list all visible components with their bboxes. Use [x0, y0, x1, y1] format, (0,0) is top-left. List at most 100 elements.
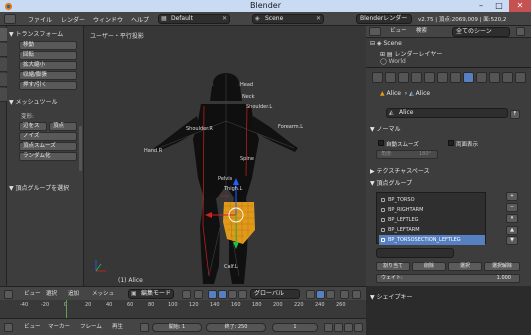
add-vertex-group-button[interactable]: +	[506, 192, 518, 201]
proportional-edit-icon[interactable]	[352, 290, 361, 299]
rotate-manipulator-icon[interactable]	[228, 290, 237, 299]
fake-user-button[interactable]: F	[510, 110, 520, 119]
marker-menu[interactable]: マーカー	[48, 323, 70, 332]
mode-select[interactable]: ▣ 編集モード	[128, 289, 174, 299]
manipulator-icon[interactable]	[208, 290, 217, 299]
playback-menu[interactable]: 再生	[112, 323, 123, 332]
rotate-button[interactable]: 回転	[19, 51, 77, 60]
jump-end-icon[interactable]	[354, 323, 363, 332]
translate-button[interactable]: 移動	[19, 41, 77, 50]
mesh-data-tab-icon[interactable]	[463, 72, 474, 83]
assign-button[interactable]: 割り当て	[376, 262, 410, 271]
tab-grease-pencil[interactable]	[0, 88, 7, 102]
shrink-fatten-button[interactable]: 収縮/膨張	[19, 71, 77, 80]
remove-vertex-group-button[interactable]: −	[506, 203, 518, 212]
push-pull-button[interactable]: 押す/引く	[19, 81, 77, 90]
deselect-button[interactable]: 選択解除	[484, 262, 520, 271]
vertex-group-item[interactable]: BP_TORSO	[379, 195, 485, 205]
minimize-icon[interactable]: –	[472, 0, 490, 12]
vertex-group-specials-button[interactable]: ▾	[506, 214, 518, 223]
texture-tab-icon[interactable]	[489, 72, 500, 83]
modifiers-tab-icon[interactable]	[450, 72, 461, 83]
mesh-menu[interactable]: メッシュ	[92, 290, 114, 299]
vertex-groups-panel-header[interactable]: ▼ 頂点グループ	[370, 178, 412, 187]
noise-button[interactable]: ノイズ	[19, 132, 77, 141]
shape-keys-panel-header[interactable]: ▼ シェイプキー	[370, 292, 413, 301]
move-down-button[interactable]: ▼	[506, 236, 518, 245]
edge-select-icon[interactable]	[316, 290, 325, 299]
vertex-group-filter-field[interactable]	[376, 248, 454, 258]
scale-manipulator-icon[interactable]	[238, 290, 247, 299]
render-layers-tab-icon[interactable]	[385, 72, 396, 83]
orientation-select[interactable]: グローバル	[250, 289, 300, 299]
keyframe-icon[interactable]	[140, 323, 149, 332]
toolshelf-scrollbar[interactable]	[79, 126, 82, 171]
texture-space-panel-header[interactable]: ▶ テクスチャスペース	[370, 166, 430, 175]
constraints-tab-icon[interactable]	[437, 72, 448, 83]
select-vertex-group-panel-header[interactable]: ▼ 頂点グループを選択	[9, 183, 69, 192]
vertex-group-item[interactable]: BP_LEFTARM	[379, 225, 485, 235]
remove-button[interactable]: 削除	[412, 262, 446, 271]
outliner-search-menu[interactable]: 検索	[416, 27, 427, 36]
object-tab-icon[interactable]	[424, 72, 435, 83]
view-menu[interactable]: ビュー	[24, 290, 41, 299]
maximize-icon[interactable]: □	[490, 0, 508, 12]
pivot-icon[interactable]	[194, 290, 203, 299]
translate-manipulator-icon[interactable]	[218, 290, 227, 299]
vertex-select-icon[interactable]	[306, 290, 315, 299]
auto-smooth-checkbox[interactable]	[378, 140, 384, 146]
timeline[interactable]: -40 -20 0 20 40 60 80 100 120 140 160 18…	[0, 300, 366, 318]
tab-create[interactable]	[0, 43, 7, 57]
vertex-group-item-selected[interactable]: BP_TORSOSECTION_LEFTLEG	[379, 235, 485, 245]
physics-tab-icon[interactable]	[515, 72, 526, 83]
menu-file[interactable]: ファイル	[28, 15, 52, 24]
outliner-options-icon[interactable]	[516, 27, 525, 36]
scale-button[interactable]: 拡大縮小	[19, 61, 77, 70]
character-model[interactable]	[84, 26, 366, 286]
vertex-group-item[interactable]: BP_RIGHTARM	[379, 205, 485, 215]
tab-options[interactable]	[0, 73, 7, 87]
outliner-filter-select[interactable]: 全てのシーン	[452, 27, 510, 37]
material-tab-icon[interactable]	[476, 72, 487, 83]
menu-window[interactable]: ウィンドウ	[93, 15, 123, 24]
select-menu[interactable]: 選択	[46, 290, 57, 299]
outliner-view-menu[interactable]: ビュー	[390, 27, 407, 36]
scene-field[interactable]: ◈ Scene ✕	[252, 14, 324, 24]
remove-layout-icon[interactable]: ✕	[222, 15, 227, 23]
transform-panel-header[interactable]: ▼ トランスフォーム	[9, 29, 63, 38]
tab-shading[interactable]	[0, 58, 7, 72]
vertex-slide-button[interactable]: 頂点	[49, 122, 77, 131]
3d-viewport[interactable]: ユーザー・平行投影 Head Neck Shoulder.L Shoulder.…	[84, 26, 366, 286]
close-icon[interactable]: ✕	[509, 0, 531, 12]
auto-smooth-angle-field[interactable]: 角度: 180°	[376, 150, 438, 159]
timeline-view-menu[interactable]: ビュー	[24, 323, 41, 332]
play-icon[interactable]	[344, 323, 353, 332]
outliner-row-scene[interactable]: ⊟ ◈ Scene	[370, 40, 402, 47]
editor-type-icon[interactable]	[4, 14, 16, 24]
start-frame-field[interactable]: 開始: 1	[152, 323, 202, 332]
frame-menu[interactable]: フレーム	[80, 323, 102, 332]
particles-tab-icon[interactable]	[502, 72, 513, 83]
remove-scene-icon[interactable]: ✕	[316, 15, 321, 23]
randomize-button[interactable]: ランダム化	[19, 152, 77, 161]
limit-selection-icon[interactable]	[340, 290, 349, 299]
outliner-row-world[interactable]: ◯ World	[380, 58, 406, 65]
double-sided-checkbox[interactable]	[448, 140, 454, 146]
end-frame-field[interactable]: 終了: 250	[206, 323, 266, 332]
tab-tools[interactable]	[0, 28, 7, 42]
shading-icon[interactable]	[182, 290, 191, 299]
menu-help[interactable]: ヘルプ	[131, 15, 149, 24]
face-select-icon[interactable]	[326, 290, 335, 299]
world-tab-icon[interactable]	[411, 72, 422, 83]
smooth-vertex-button[interactable]: 頂点スムーズ	[19, 142, 77, 151]
scene-tab-icon[interactable]	[398, 72, 409, 83]
normals-panel-header[interactable]: ▼ ノーマル	[370, 124, 401, 133]
mesh-tools-panel-header[interactable]: ▼ メッシュツール	[9, 97, 58, 106]
vertex-group-item[interactable]: BP_LEFTLEG	[379, 215, 485, 225]
weight-field[interactable]: ウェイト: 1.000	[376, 274, 520, 283]
move-up-button[interactable]: ▲	[506, 226, 518, 235]
add-menu[interactable]: 追加	[68, 290, 79, 299]
viewport-editor-icon[interactable]	[4, 290, 13, 299]
vertex-group-list[interactable]: BP_TORSO BP_RIGHTARM BP_LEFTLEG BP_LEFTA…	[376, 192, 486, 245]
current-frame-field[interactable]: 1	[272, 323, 318, 332]
